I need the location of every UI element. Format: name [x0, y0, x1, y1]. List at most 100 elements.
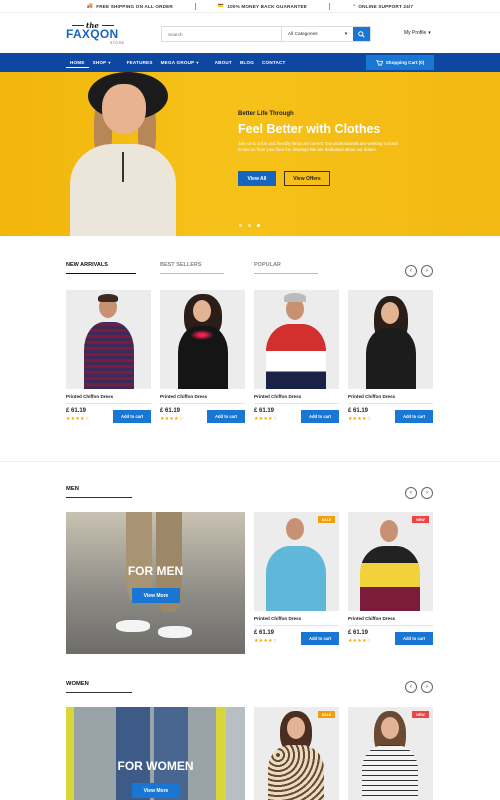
money-back-text: 100% MONEY BACK GUARANTEE — [227, 3, 308, 9]
chevron-down-icon: ▾ — [196, 60, 199, 65]
view-offers-button[interactable]: View Offers — [284, 171, 330, 186]
cart-icon — [375, 59, 383, 66]
divider — [348, 403, 433, 404]
product-name[interactable]: Printed Chiffon Dress — [66, 394, 151, 399]
view-all-button[interactable]: View All — [238, 171, 276, 186]
tab-popular[interactable]: POPULAR — [254, 262, 348, 279]
new-badge: NEW — [412, 711, 429, 718]
sale-badge: SALE — [318, 516, 335, 523]
section-divider — [0, 461, 500, 462]
nav-items: HOME SHOP ▾ FEATURES MEGA GROUP ▾ ABOUT BL… — [66, 53, 290, 72]
add-to-cart-button[interactable]: Add to cart — [301, 632, 339, 645]
men-next-button[interactable]: › — [421, 487, 433, 499]
add-to-cart-button[interactable]: Add to cart — [301, 410, 339, 423]
men-banner[interactable]: FOR MEN View More — [66, 512, 245, 654]
chevron-down-icon: ▾ — [108, 60, 111, 65]
my-profile-menu[interactable]: My Profile ▾ — [404, 30, 431, 36]
product-image[interactable]: NEW — [348, 707, 433, 800]
hero-description: Join us to a fun and friendly fancy art … — [238, 141, 398, 152]
slider-dot-active[interactable] — [257, 224, 260, 227]
add-to-cart-button[interactable]: Add to cart — [113, 410, 151, 423]
women-next-button[interactable]: › — [421, 681, 433, 693]
nav-shop[interactable]: SHOP ▾ — [89, 53, 115, 72]
women-view-more-button[interactable]: View More — [132, 783, 180, 798]
nav-shop-label: SHOP — [92, 60, 107, 65]
nav-home-label: HOME — [70, 59, 85, 65]
free-shipping-info: 🚚 FREE SHIPPING ON ALL ORDER — [65, 3, 195, 9]
money-icon: 💳 — [217, 3, 225, 9]
product-tabs: NEW ARRIVALS BEST SELLERS POPULAR — [66, 262, 348, 279]
new-badge: NEW — [412, 516, 429, 523]
section-underline — [66, 692, 132, 693]
product-image[interactable] — [348, 290, 433, 389]
truck-icon: 🚚 — [86, 3, 94, 9]
tab-best-sellers[interactable]: BEST SELLERS — [160, 262, 254, 279]
nav-blog[interactable]: BLOG — [236, 53, 258, 72]
add-to-cart-button[interactable]: Add to cart — [395, 632, 433, 645]
main-nav: HOME SHOP ▾ FEATURES MEGA GROUP ▾ ABOUT BL… — [0, 53, 500, 72]
tab-new-arrivals[interactable]: NEW ARRIVALS — [66, 262, 160, 279]
women-prev-button[interactable]: ‹ — [405, 681, 417, 693]
site-logo[interactable]: the FAXQON STORE — [66, 21, 128, 47]
search-icon — [358, 30, 365, 38]
product-name[interactable]: Printed Chiffon Dress — [254, 616, 339, 621]
men-section-title: MEN — [66, 486, 79, 492]
slider-dots — [239, 224, 260, 227]
nav-about[interactable]: ABOUT — [211, 53, 236, 72]
category-select[interactable]: All Categories ▾ — [280, 27, 353, 41]
search-bar: All Categories ▾ — [161, 26, 371, 42]
nav-home[interactable]: HOME — [66, 57, 89, 68]
divider — [160, 403, 245, 404]
women-banner-label: FOR WOMEN — [117, 759, 194, 773]
product-name[interactable]: Printed Chiffon Dress — [254, 394, 339, 399]
product-image[interactable] — [160, 290, 245, 389]
nav-features[interactable]: FEATURES — [123, 53, 157, 72]
product-name[interactable]: Printed Chiffon Dress — [160, 394, 245, 399]
product-image[interactable] — [254, 290, 339, 389]
women-banner[interactable]: FOR WOMEN View More — [66, 707, 245, 800]
product-card[interactable]: NEW Printed Chiffon Dress £ 61.19 ★★★★☆ … — [348, 512, 433, 645]
product-card[interactable]: Printed Chiffon Dress £ 61.19 ★★★★☆ Add … — [160, 290, 245, 423]
nav-mega-group[interactable]: MEGA GROUP ▾ — [157, 53, 203, 72]
divider — [254, 625, 339, 626]
men-view-more-button[interactable]: View More — [132, 588, 180, 603]
product-image[interactable] — [66, 290, 151, 389]
cart-label: Shopping Cart (0) — [385, 60, 425, 65]
nav-mega-group-label: MEGA GROUP — [160, 60, 195, 65]
carousel-prev-button[interactable]: ‹ — [405, 265, 417, 277]
tab-popular-label: POPULAR — [254, 262, 318, 274]
nav-blog-label: BLOG — [239, 60, 255, 65]
product-image[interactable]: SALE — [254, 512, 339, 611]
product-card[interactable]: SALE — [254, 707, 339, 800]
chevron-down-icon: ▾ — [428, 30, 431, 36]
product-name[interactable]: Printed Chiffon Dress — [348, 394, 433, 399]
hero-title: Feel Better with Clothes — [238, 122, 381, 136]
divider — [348, 625, 433, 626]
site-header: the FAXQON STORE All Categories ▾ My Pro… — [0, 13, 500, 53]
top-info-bar: 🚚 FREE SHIPPING ON ALL ORDER 💳 100% MONE… — [0, 0, 500, 13]
search-button[interactable] — [353, 27, 371, 41]
product-image[interactable]: NEW — [348, 512, 433, 611]
add-to-cart-button[interactable]: Add to cart — [207, 410, 245, 423]
search-input[interactable] — [162, 27, 281, 41]
men-prev-button[interactable]: ‹ — [405, 487, 417, 499]
product-card[interactable]: SALE Printed Chiffon Dress £ 61.19 ★★★★☆… — [254, 512, 339, 645]
product-card[interactable]: Printed Chiffon Dress £ 61.19 ★★★★☆ Add … — [254, 290, 339, 423]
shopping-cart-button[interactable]: Shopping Cart (0) — [366, 55, 434, 70]
tab-new-arrivals-label: NEW ARRIVALS — [66, 262, 136, 274]
product-image[interactable]: SALE — [254, 707, 339, 800]
add-to-cart-button[interactable]: Add to cart — [395, 410, 433, 423]
chevron-down-icon: ▾ — [344, 31, 348, 37]
product-card[interactable]: Printed Chiffon Dress £ 61.19 ★★★★☆ Add … — [348, 290, 433, 423]
nav-contact[interactable]: CONTACT — [258, 53, 290, 72]
slider-dot[interactable] — [248, 224, 251, 227]
carousel-next-button[interactable]: › — [421, 265, 433, 277]
category-label: All Categories — [287, 31, 318, 37]
product-card[interactable]: Printed Chiffon Dress £ 61.19 ★★★★☆ Add … — [66, 290, 151, 423]
hero-content — [0, 72, 500, 236]
product-card[interactable]: NEW — [348, 707, 433, 800]
slider-dot[interactable] — [239, 224, 242, 227]
product-name[interactable]: Printed Chiffon Dress — [348, 616, 433, 621]
tab-best-sellers-label: BEST SELLERS — [160, 262, 224, 274]
nav-features-label: FEATURES — [126, 60, 153, 65]
